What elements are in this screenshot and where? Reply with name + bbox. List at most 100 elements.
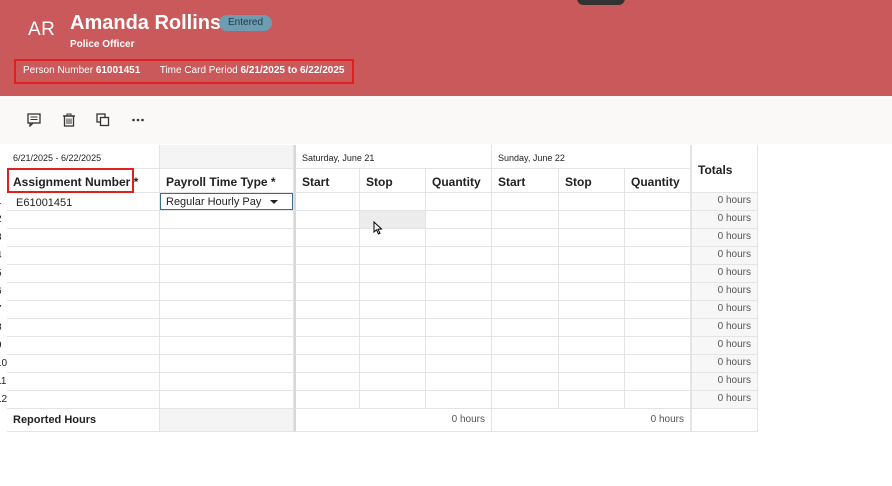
- day2-stop-cell[interactable]: [559, 193, 625, 211]
- day2-quantity-cell[interactable]: [625, 355, 691, 373]
- payroll-cell[interactable]: [160, 283, 294, 301]
- day2-stop-cell[interactable]: [559, 301, 625, 319]
- day1-quantity-cell[interactable]: [426, 319, 492, 337]
- day1-quantity-cell[interactable]: [426, 391, 492, 409]
- day1-stop-cell[interactable]: [360, 247, 426, 265]
- payroll-cell[interactable]: [160, 247, 294, 265]
- day1-stop-cell[interactable]: [360, 265, 426, 283]
- day1-quantity-cell[interactable]: [426, 193, 492, 211]
- day2-stop-cell[interactable]: [559, 229, 625, 247]
- day2-stop-cell[interactable]: [559, 319, 625, 337]
- day2-start-cell[interactable]: [492, 247, 559, 265]
- day1-start-cell[interactable]: [294, 265, 360, 283]
- day2-start-cell[interactable]: [492, 193, 559, 211]
- day1-quantity-cell[interactable]: [426, 337, 492, 355]
- day2-quantity-cell[interactable]: [625, 319, 691, 337]
- day1-start-cell[interactable]: [294, 391, 360, 409]
- day1-quantity-cell[interactable]: [426, 283, 492, 301]
- day1-start-cell[interactable]: [294, 373, 360, 391]
- assignment-cell[interactable]: [7, 229, 160, 247]
- day2-stop-cell[interactable]: [559, 283, 625, 301]
- day1-stop-cell[interactable]: [360, 301, 426, 319]
- day1-quantity-cell[interactable]: [426, 247, 492, 265]
- day2-stop-cell[interactable]: [559, 355, 625, 373]
- day1-quantity-cell[interactable]: [426, 355, 492, 373]
- comment-icon[interactable]: [25, 111, 43, 129]
- assignment-cell[interactable]: [7, 319, 160, 337]
- assignment-cell[interactable]: [7, 283, 160, 301]
- day2-quantity-cell[interactable]: [625, 193, 691, 211]
- day1-start-cell[interactable]: [294, 355, 360, 373]
- day1-start-cell[interactable]: [294, 283, 360, 301]
- day2-start-cell[interactable]: [492, 301, 559, 319]
- chevron-down-icon[interactable]: [270, 200, 278, 204]
- day2-quantity-cell[interactable]: [625, 301, 691, 319]
- day2-start-cell[interactable]: [492, 337, 559, 355]
- payroll-cell[interactable]: [160, 337, 294, 355]
- day1-stop-cell[interactable]: [360, 193, 426, 211]
- day2-start-cell[interactable]: [492, 373, 559, 391]
- day1-stop-cell[interactable]: [360, 211, 426, 229]
- day2-stop-cell[interactable]: [559, 373, 625, 391]
- assignment-cell[interactable]: [7, 265, 160, 283]
- assignment-value[interactable]: E61001451: [16, 197, 72, 209]
- day2-quantity-cell[interactable]: [625, 337, 691, 355]
- payroll-cell[interactable]: [160, 355, 294, 373]
- payroll-cell[interactable]: [160, 265, 294, 283]
- day1-start-cell[interactable]: [294, 301, 360, 319]
- payroll-cell[interactable]: [160, 391, 294, 409]
- assignment-cell[interactable]: [7, 211, 160, 229]
- day2-start-cell[interactable]: [492, 319, 559, 337]
- day1-stop-cell[interactable]: [360, 355, 426, 373]
- more-icon[interactable]: [129, 111, 147, 129]
- day1-stop-cell[interactable]: [360, 373, 426, 391]
- day1-start-cell[interactable]: [294, 247, 360, 265]
- day1-quantity-cell[interactable]: [426, 211, 492, 229]
- day2-quantity-cell[interactable]: [625, 229, 691, 247]
- copy-icon[interactable]: [94, 111, 112, 129]
- payroll-cell[interactable]: [160, 211, 294, 229]
- assignment-cell[interactable]: [7, 373, 160, 391]
- day1-start-cell[interactable]: [294, 229, 360, 247]
- assignment-cell[interactable]: [7, 301, 160, 319]
- day1-stop-cell[interactable]: [360, 229, 426, 247]
- day1-stop-cell[interactable]: [360, 319, 426, 337]
- day1-start-cell[interactable]: [294, 211, 360, 229]
- day1-quantity-cell[interactable]: [426, 301, 492, 319]
- day2-start-cell[interactable]: [492, 229, 559, 247]
- day1-stop-cell[interactable]: [360, 337, 426, 355]
- delete-icon[interactable]: [60, 111, 78, 129]
- day1-quantity-cell[interactable]: [426, 373, 492, 391]
- payroll-cell[interactable]: [160, 373, 294, 391]
- assignment-cell[interactable]: [7, 337, 160, 355]
- day2-quantity-cell[interactable]: [625, 265, 691, 283]
- day2-quantity-cell[interactable]: [625, 211, 691, 229]
- day2-start-cell[interactable]: [492, 265, 559, 283]
- day2-quantity-cell[interactable]: [625, 373, 691, 391]
- payroll-cell[interactable]: [160, 301, 294, 319]
- assignment-cell[interactable]: [7, 247, 160, 265]
- day2-quantity-cell[interactable]: [625, 247, 691, 265]
- day1-stop-cell[interactable]: [360, 283, 426, 301]
- day2-quantity-cell[interactable]: [625, 283, 691, 301]
- day2-stop-cell[interactable]: [559, 211, 625, 229]
- day2-stop-cell[interactable]: [559, 265, 625, 283]
- payroll-time-type-select[interactable]: Regular Hourly Pay: [160, 193, 293, 210]
- day2-stop-cell[interactable]: [559, 391, 625, 409]
- day1-quantity-cell[interactable]: [426, 229, 492, 247]
- day2-start-cell[interactable]: [492, 211, 559, 229]
- day1-start-cell[interactable]: [294, 337, 360, 355]
- day2-start-cell[interactable]: [492, 355, 559, 373]
- payroll-cell[interactable]: [160, 229, 294, 247]
- day2-start-cell[interactable]: [492, 283, 559, 301]
- day2-stop-cell[interactable]: [559, 337, 625, 355]
- payroll-cell[interactable]: [160, 319, 294, 337]
- day2-start-cell[interactable]: [492, 391, 559, 409]
- day1-start-cell[interactable]: [294, 319, 360, 337]
- assignment-cell[interactable]: [7, 355, 160, 373]
- assignment-cell[interactable]: [7, 391, 160, 409]
- payroll-header[interactable]: Payroll Time Type *: [160, 169, 294, 193]
- day1-stop-cell[interactable]: [360, 391, 426, 409]
- day2-quantity-cell[interactable]: [625, 391, 691, 409]
- day2-stop-cell[interactable]: [559, 247, 625, 265]
